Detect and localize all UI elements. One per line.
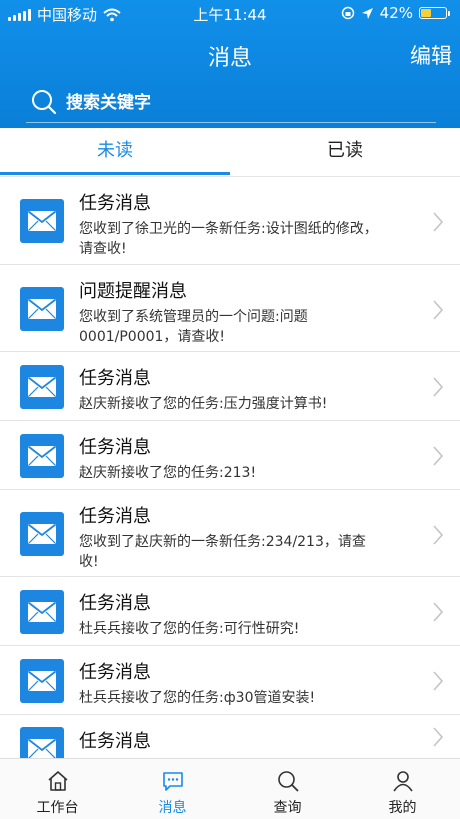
message-item[interactable]: 任务消息赵庆新接收了您的任务:213! bbox=[0, 421, 460, 490]
nav-label: 工作台 bbox=[36, 800, 79, 816]
search-icon bbox=[32, 90, 57, 115]
message-title: 任务消息 bbox=[79, 662, 151, 683]
chat-icon bbox=[163, 772, 183, 791]
battery-percent: 42% bbox=[379, 4, 413, 22]
search-input[interactable] bbox=[66, 90, 426, 116]
message-body: 赵庆新接收了您的任务:213! bbox=[79, 465, 257, 481]
message-item[interactable]: 任务消息赵庆新接收了您的任务:压力强度计算书! bbox=[0, 352, 460, 421]
mail-icon bbox=[20, 365, 64, 409]
message-title: 任务消息 bbox=[79, 368, 151, 389]
bottom-nav: 工作台 消息 查询 我的 bbox=[0, 758, 460, 819]
mail-icon bbox=[20, 659, 64, 703]
active-tab-indicator bbox=[0, 172, 230, 175]
message-item[interactable]: 任务消息您收到了赵庆新的一条新任务:234/213，请查收! bbox=[0, 490, 460, 577]
nav-item-messages[interactable]: 消息 bbox=[115, 759, 230, 819]
message-body: 您收到了徐卫光的一条新任务:设计图纸的修改，请查收! bbox=[79, 221, 378, 257]
status-bar: 中国移动 上午11:44 42% bbox=[0, 0, 460, 26]
message-item[interactable]: 任务消息杜兵兵接收了您的任务:ф30管道安装! bbox=[0, 646, 460, 715]
message-body: 您收到了赵庆新的一条新任务:234/213，请查收! bbox=[79, 534, 366, 570]
chevron-right-icon bbox=[433, 727, 444, 747]
nav-item-query[interactable]: 查询 bbox=[230, 759, 345, 819]
mail-icon bbox=[20, 434, 64, 478]
mail-icon bbox=[20, 287, 64, 331]
tab-unread[interactable]: 未读 bbox=[0, 128, 230, 176]
app-header: 中国移动 上午11:44 42% 消息 编辑 bbox=[0, 0, 460, 128]
message-tabs: 未读 已读 bbox=[0, 128, 460, 177]
message-title: 任务消息 bbox=[79, 731, 151, 752]
nav-label: 消息 bbox=[158, 800, 187, 816]
nav-label: 查询 bbox=[273, 800, 302, 816]
location-icon bbox=[361, 7, 373, 19]
message-title: 任务消息 bbox=[79, 593, 151, 614]
mail-icon bbox=[20, 727, 64, 758]
message-body: 杜兵兵接收了您的任务:可行性研究! bbox=[79, 621, 300, 637]
message-item[interactable]: 任务消息您收到了徐卫光的一条新任务:设计图纸的修改，请查收! bbox=[0, 177, 460, 265]
mail-icon bbox=[20, 199, 64, 243]
message-title: 问题提醒消息 bbox=[79, 281, 187, 302]
message-body: 杜兵兵接收了您的任务:ф30管道安装! bbox=[79, 690, 316, 706]
nav-item-mine[interactable]: 我的 bbox=[345, 759, 460, 819]
message-body: 您收到了系统管理员的一个问题:问题0001/P0001，请查收! bbox=[79, 309, 308, 345]
chevron-right-icon bbox=[433, 602, 444, 622]
search-icon bbox=[278, 771, 299, 792]
tab-read[interactable]: 已读 bbox=[230, 128, 460, 176]
chevron-right-icon bbox=[433, 377, 444, 397]
chevron-right-icon bbox=[433, 671, 444, 691]
user-icon bbox=[393, 771, 413, 792]
message-list[interactable]: 任务消息 您收到了徐卫光的一条新任务:设计图纸的修改，请查收! 问题提醒消息 您收到了… bbox=[0, 177, 460, 758]
chevron-right-icon bbox=[433, 446, 444, 466]
message-item[interactable]: 问题提醒消息您收到了系统管理员的一个问题:问题0001/P0001，请查收! bbox=[0, 265, 460, 352]
message-body: 赵庆新接收了您的任务:压力强度计算书! bbox=[79, 396, 328, 412]
battery-icon bbox=[419, 7, 450, 19]
message-title: 任务消息 bbox=[79, 506, 151, 527]
nav-item-workbench[interactable]: 工作台 bbox=[0, 759, 115, 819]
edit-button[interactable]: 编辑 bbox=[410, 40, 452, 70]
home-icon bbox=[48, 771, 68, 791]
search-bar[interactable] bbox=[26, 84, 436, 123]
mail-icon bbox=[20, 512, 64, 556]
nav-label: 我的 bbox=[388, 800, 417, 816]
chevron-right-icon bbox=[433, 525, 444, 545]
page-title: 消息 bbox=[207, 46, 252, 71]
chevron-right-icon bbox=[433, 212, 444, 232]
message-item[interactable]: 任务消息 bbox=[0, 715, 460, 758]
message-title: 任务消息 bbox=[79, 437, 151, 458]
chevron-right-icon bbox=[433, 300, 444, 320]
rotation-lock-icon bbox=[341, 6, 354, 20]
message-item[interactable]: 任务消息杜兵兵接收了您的任务:可行性研究! bbox=[0, 577, 460, 646]
message-title: 任务消息 bbox=[79, 193, 151, 214]
mail-icon bbox=[20, 590, 64, 634]
